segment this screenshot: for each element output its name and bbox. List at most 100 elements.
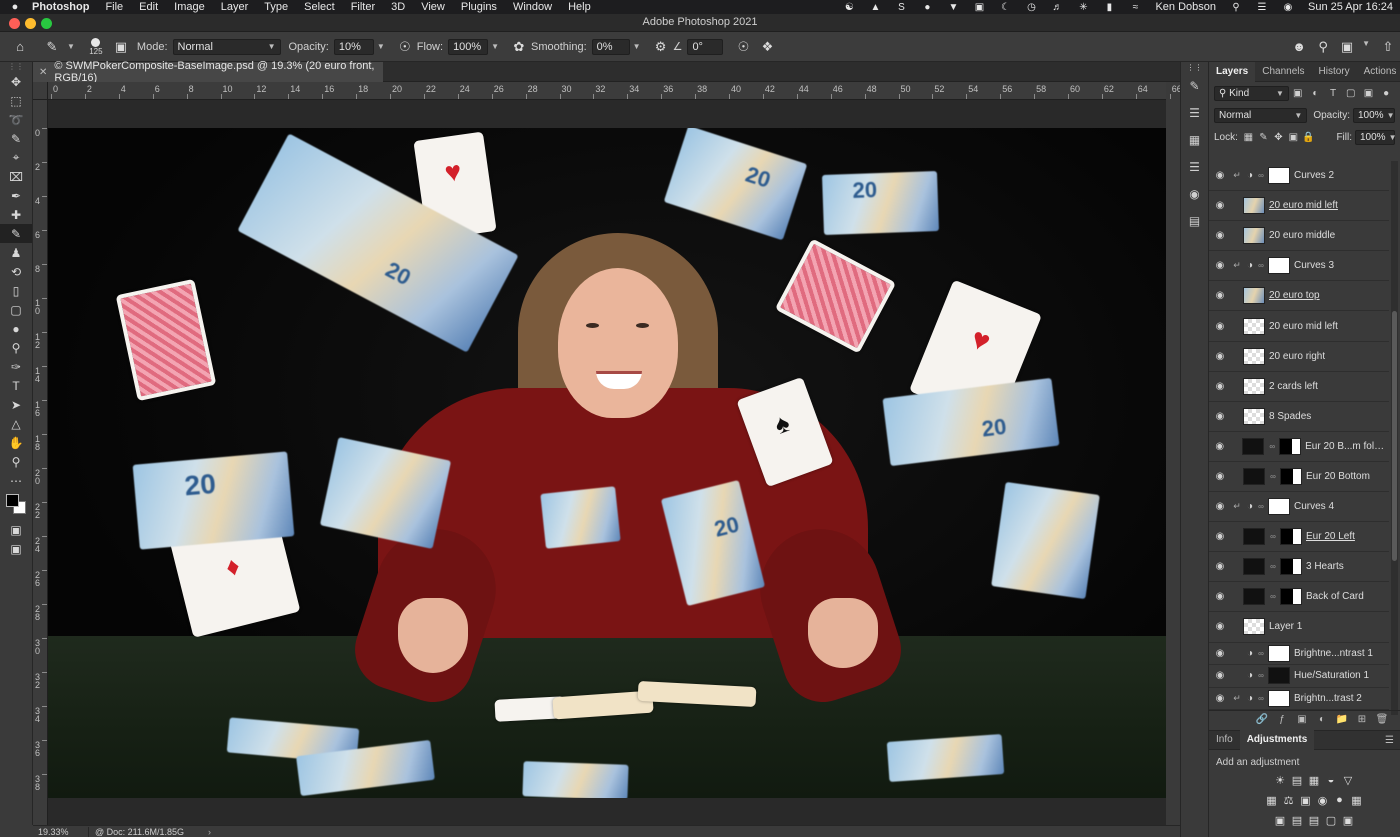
menu-type[interactable]: Type: [256, 1, 296, 13]
layer-thumbnail[interactable]: [1243, 227, 1265, 245]
menu-3d[interactable]: 3D: [383, 1, 413, 13]
layer-name[interactable]: 8 Spades: [1269, 411, 1311, 422]
mask-link-icon[interactable]: ∞: [1269, 532, 1277, 541]
layer-row[interactable]: ◉ ∞ Eur 20 Bottom: [1209, 462, 1389, 493]
layer-name[interactable]: Brightne...ntrast 1: [1294, 648, 1373, 659]
panel-grip-icon[interactable]: ⋮⋮: [0, 62, 32, 72]
mask-link-icon[interactable]: ∞: [1269, 592, 1277, 601]
visibility-eye-icon[interactable]: ◉: [1209, 351, 1231, 362]
pixel-filter-icon[interactable]: ▣: [1289, 88, 1307, 99]
vibrance-icon[interactable]: ▽: [1340, 774, 1357, 794]
visibility-eye-icon[interactable]: ◉: [1209, 290, 1231, 301]
tab-adjustments[interactable]: Adjustments: [1239, 730, 1315, 750]
new-adjustment-icon[interactable]: ◐: [1312, 714, 1332, 725]
healing-brush-tool-icon[interactable]: ✚: [0, 205, 32, 224]
layer-row[interactable]: ◉ ↵ ◑ ∞ Curves 4: [1209, 492, 1389, 523]
shield-icon[interactable]: ▲: [862, 2, 888, 13]
mask-link-icon[interactable]: ∞: [1257, 671, 1265, 680]
layer-mask-thumbnail[interactable]: [1268, 257, 1290, 275]
document-tab[interactable]: ✕ © SWMPokerComposite-BaseImage.psd @ 19…: [33, 60, 383, 84]
circle-icon[interactable]: ◉: [1181, 180, 1208, 207]
workspace-icon[interactable]: ▣: [1335, 39, 1359, 55]
clone-stamp-tool-icon[interactable]: ♟: [0, 243, 32, 262]
pen-tool-icon[interactable]: ✑: [0, 357, 32, 376]
layer-mask-thumbnail[interactable]: [1280, 558, 1302, 576]
new-layer-icon[interactable]: ⊞: [1352, 714, 1372, 725]
visibility-eye-icon[interactable]: ◉: [1209, 170, 1231, 181]
shape-tool-icon[interactable]: △: [0, 414, 32, 433]
location-icon[interactable]: ▼: [940, 2, 966, 13]
hand-tool-icon[interactable]: ✋: [0, 433, 32, 452]
fx-icon[interactable]: ƒ: [1272, 714, 1292, 725]
filter-toggle-icon[interactable]: ●: [1377, 88, 1395, 99]
layer-thumbnail[interactable]: [1243, 377, 1265, 395]
layer-row[interactable]: ◉ ◑ ∞ Hue/Saturation 1: [1209, 665, 1389, 688]
lock-artboard-icon[interactable]: ▣: [1286, 132, 1301, 143]
layer-row[interactable]: ◉ 2 cards left: [1209, 372, 1389, 402]
mask-link-icon[interactable]: ∞: [1257, 261, 1265, 270]
layer-name[interactable]: Layer 1: [1269, 621, 1302, 632]
eyedropper-tool-icon[interactable]: ✒: [0, 186, 32, 205]
display-icon[interactable]: ▣: [966, 2, 992, 13]
chevron-down-icon[interactable]: ▼: [633, 42, 641, 51]
layer-name[interactable]: Eur 20 B...m folded: [1305, 441, 1389, 452]
properties-icon[interactable]: ☰: [1181, 99, 1208, 126]
control-center-icon[interactable]: ☰: [1249, 2, 1275, 13]
color-swatches[interactable]: [0, 490, 32, 520]
layer-thumbnail[interactable]: [1243, 407, 1265, 425]
status-menu-arrow-icon[interactable]: ›: [208, 827, 211, 837]
layer-row[interactable]: ◉ Layer 1: [1209, 612, 1389, 643]
battery-icon[interactable]: ▮: [1096, 2, 1122, 13]
lock-all-icon[interactable]: 🔒: [1301, 132, 1316, 143]
layers-scrollbar-thumb[interactable]: [1392, 311, 1397, 561]
visibility-eye-icon[interactable]: ◉: [1209, 501, 1231, 512]
menu-plugins[interactable]: Plugins: [453, 1, 505, 13]
layer-mask-thumbnail[interactable]: [1268, 167, 1290, 185]
visibility-eye-icon[interactable]: ◉: [1209, 260, 1231, 271]
layer-thumbnail[interactable]: [1243, 588, 1265, 606]
shape-filter-icon[interactable]: ▢: [1342, 88, 1360, 99]
selective-color-icon[interactable]: ▢: [1323, 814, 1340, 834]
layer-thumbnail[interactable]: [1243, 347, 1265, 365]
mask-link-icon[interactable]: ∞: [1257, 649, 1265, 658]
siri-icon[interactable]: ◉: [1275, 2, 1301, 13]
brush-preset-icon[interactable]: ✎: [40, 39, 64, 55]
layer-row[interactable]: ◉ ◑ ∞ Brightne...ntrast 1: [1209, 643, 1389, 665]
channel-mixer-icon[interactable]: ●: [1331, 794, 1348, 814]
wifi-icon[interactable]: ≈: [1122, 2, 1148, 13]
layer-row[interactable]: ◉ 20 euro mid left: [1209, 311, 1389, 342]
mask-link-icon[interactable]: ∞: [1269, 562, 1277, 571]
lock-position-icon[interactable]: ✥: [1271, 132, 1286, 143]
layer-name[interactable]: 20 euro mid left: [1269, 321, 1338, 332]
layer-name[interactable]: 2 cards left: [1269, 381, 1318, 392]
foreground-color-swatch[interactable]: [6, 494, 19, 507]
home-icon[interactable]: ⌂: [0, 39, 40, 54]
histogram-icon[interactable]: ▤: [1181, 207, 1208, 234]
link-layers-icon[interactable]: 🔗: [1252, 714, 1272, 725]
mask-link-icon[interactable]: ∞: [1257, 694, 1265, 703]
hue-saturation-icon[interactable]: ▦: [1263, 794, 1280, 814]
layer-name[interactable]: 20 euro middle: [1269, 230, 1335, 241]
menu-layer[interactable]: Layer: [213, 1, 257, 13]
visibility-eye-icon[interactable]: ◉: [1209, 200, 1231, 211]
gear-icon[interactable]: ⚙: [649, 39, 673, 55]
menu-view[interactable]: View: [413, 1, 453, 13]
menu-clock[interactable]: Sun 25 Apr 16:24: [1301, 1, 1400, 13]
blur-tool-icon[interactable]: ●: [0, 319, 32, 338]
symmetry-icon[interactable]: ❖: [755, 39, 779, 55]
mask-link-icon[interactable]: ∞: [1269, 472, 1277, 481]
layer-row[interactable]: ◉ ∞ Eur 20 B...m folded: [1209, 432, 1389, 462]
layer-row[interactable]: ◉ 8 Spades: [1209, 402, 1389, 432]
layer-thumbnail[interactable]: [1243, 558, 1265, 576]
visibility-eye-icon[interactable]: ◉: [1209, 648, 1231, 659]
close-tab-icon[interactable]: ✕: [39, 67, 47, 78]
layer-thumbnail[interactable]: [1242, 437, 1265, 455]
edit-toolbar-icon[interactable]: ⋯: [0, 471, 32, 490]
menu-window[interactable]: Window: [505, 1, 560, 13]
layer-name[interactable]: Brightn...trast 2: [1294, 693, 1362, 704]
tab-actions[interactable]: Actions: [1357, 62, 1400, 82]
history-brush-tool-icon[interactable]: ⟲: [0, 262, 32, 281]
brightness-contrast-icon[interactable]: ☀: [1272, 774, 1289, 794]
photo-filter-icon[interactable]: ◉: [1314, 794, 1331, 814]
tab-layers[interactable]: Layers: [1209, 61, 1256, 82]
